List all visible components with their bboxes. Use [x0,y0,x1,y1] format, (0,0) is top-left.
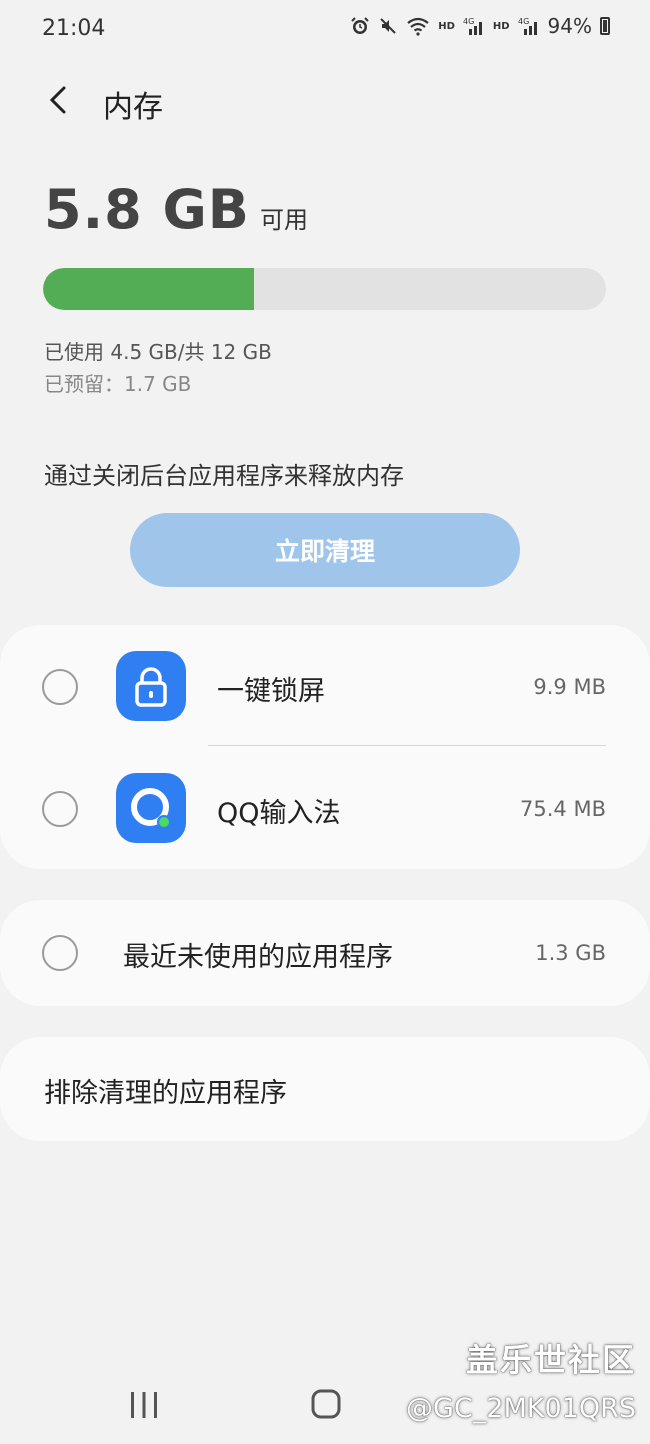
status-bar: 21:04 HD 4G HD 4G 94% [0,0,650,60]
status-icons: HD 4G HD 4G 94% [350,14,610,38]
app-checkbox[interactable] [42,791,78,827]
signal-4g-icon: 4G [463,17,482,35]
recent-unused-checkbox[interactable] [42,935,78,971]
signal-4g-icon: 4G [518,17,537,35]
lock-icon [116,651,186,721]
status-time: 21:04 [42,16,106,41]
recent-unused-size: 1.3 GB [535,941,606,965]
battery-percent: 94% [547,14,592,38]
memory-usage-bar [43,268,606,310]
memory-available-label: 可用 [259,206,308,234]
running-apps-card: 一键锁屏 9.9 MB QQ输入法 75.4 MB [0,625,650,869]
app-size: 75.4 MB [520,797,606,821]
excluded-apps-label: 排除清理的应用程序 [44,1078,287,1109]
hd-volte-icon: HD [492,20,510,32]
alarm-icon [351,17,369,34]
wifi-icon [407,17,429,36]
qq-input-icon [116,773,186,843]
recent-unused-apps-row[interactable]: 最近未使用的应用程序 1.3 GB [0,900,650,1006]
svg-text:4G: 4G [463,17,474,26]
chevron-left-icon [49,86,66,114]
recent-apps-icon[interactable] [126,1388,162,1422]
app-row-qq-input[interactable]: QQ输入法 75.4 MB [0,747,650,867]
mute-icon [380,18,396,34]
memory-reserved-text: 已预留：1.7 GB [44,372,192,396]
header: 内存 [0,70,650,130]
app-row-lock[interactable]: 一键锁屏 9.9 MB [0,625,650,745]
excluded-apps-row[interactable]: 排除清理的应用程序 [0,1037,650,1141]
app-size: 9.9 MB [533,675,606,699]
back-button[interactable] [34,76,82,124]
home-icon[interactable] [309,1387,343,1421]
app-name: QQ输入法 [217,798,341,829]
memory-used-text: 已使用 4.5 GB/共 12 GB [44,340,272,364]
app-name: 一键锁屏 [217,676,325,707]
memory-available-value: 5.8 GB [44,178,250,241]
clean-hint: 通过关闭后台应用程序来释放内存 [44,462,404,490]
memory-available: 5.8 GB 可用 [44,178,308,241]
page-title: 内存 [103,90,163,125]
hd-volte-icon: HD [438,20,455,32]
svg-text:4G: 4G [518,17,529,26]
navigation-bar [0,1370,650,1444]
clean-now-button[interactable]: 立即清理 [130,513,520,587]
app-checkbox[interactable] [42,669,78,705]
memory-usage-fill [43,268,255,310]
divider [208,745,606,746]
recent-unused-label: 最近未使用的应用程序 [123,942,393,973]
battery-icon [600,17,610,35]
